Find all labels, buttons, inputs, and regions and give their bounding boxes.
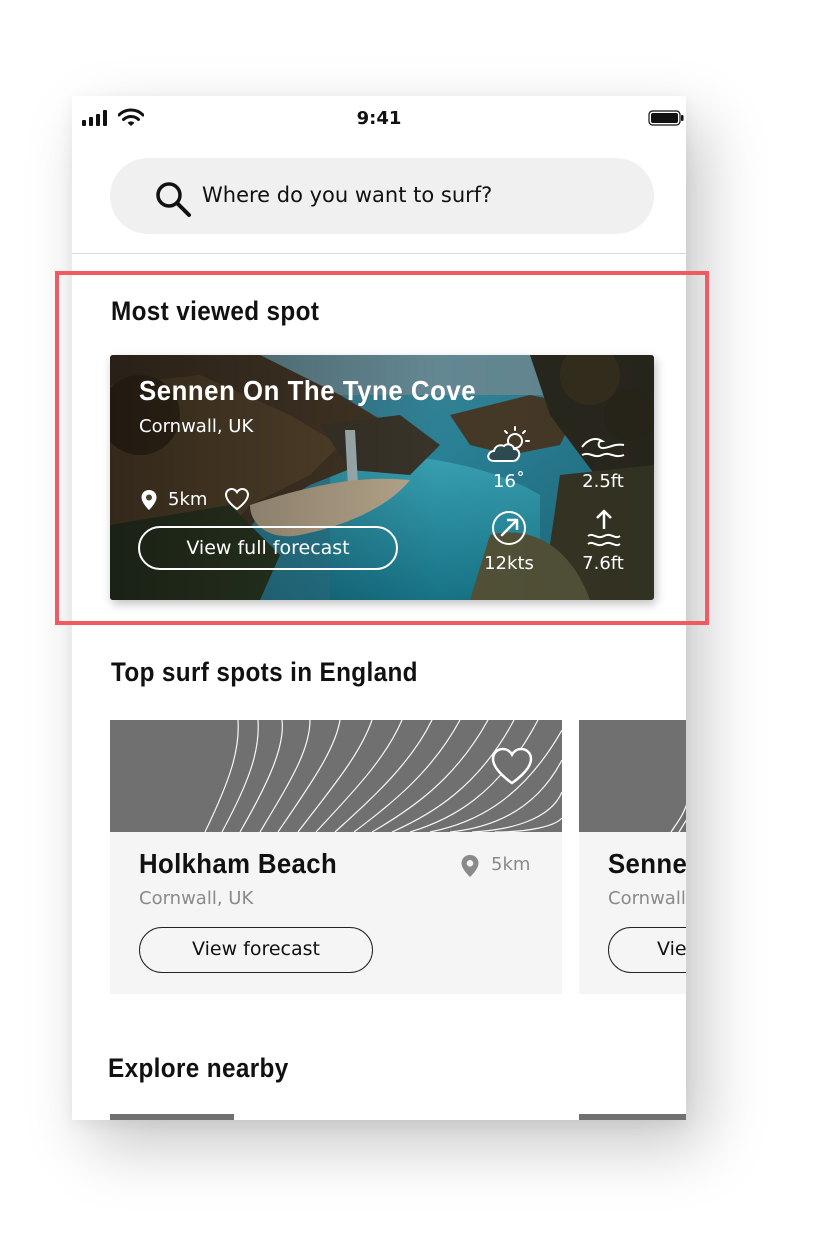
search-icon <box>156 182 191 217</box>
highlight-box <box>55 271 709 625</box>
section-title-explore: Explore nearby <box>108 1053 289 1083</box>
heart-icon[interactable] <box>490 746 534 786</box>
view-forecast-button[interactable]: View forecast <box>608 927 686 973</box>
explore-card-thumbnail[interactable] <box>579 1114 686 1120</box>
spot-card-name: Sennen <box>608 848 686 879</box>
search-placeholder: Where do you want to surf? <box>202 183 493 207</box>
spot-card[interactable]: Sennen Cornwall, UK View forecast <box>579 720 686 994</box>
section-title-top-spots: Top surf spots in England <box>111 657 418 687</box>
status-bar: 9:41 <box>72 96 686 144</box>
divider <box>72 253 686 254</box>
spot-card-distance: 5km <box>491 854 531 875</box>
view-forecast-button[interactable]: View forecast <box>139 927 373 973</box>
spot-card-name: Holkham Beach <box>139 848 338 879</box>
explore-card-thumbnail[interactable] <box>110 1114 234 1120</box>
spot-card-region: Cornwall, UK <box>139 888 254 909</box>
search-bar[interactable]: Where do you want to surf? <box>110 158 654 234</box>
spot-card-region: Cornwall, UK <box>608 888 686 909</box>
battery-icon <box>648 110 684 126</box>
status-time: 9:41 <box>356 108 402 129</box>
spot-card[interactable]: Holkham Beach 5km Cornwall, UK View fore… <box>110 720 562 994</box>
topographic-map <box>579 720 686 832</box>
location-pin-icon <box>461 855 479 877</box>
